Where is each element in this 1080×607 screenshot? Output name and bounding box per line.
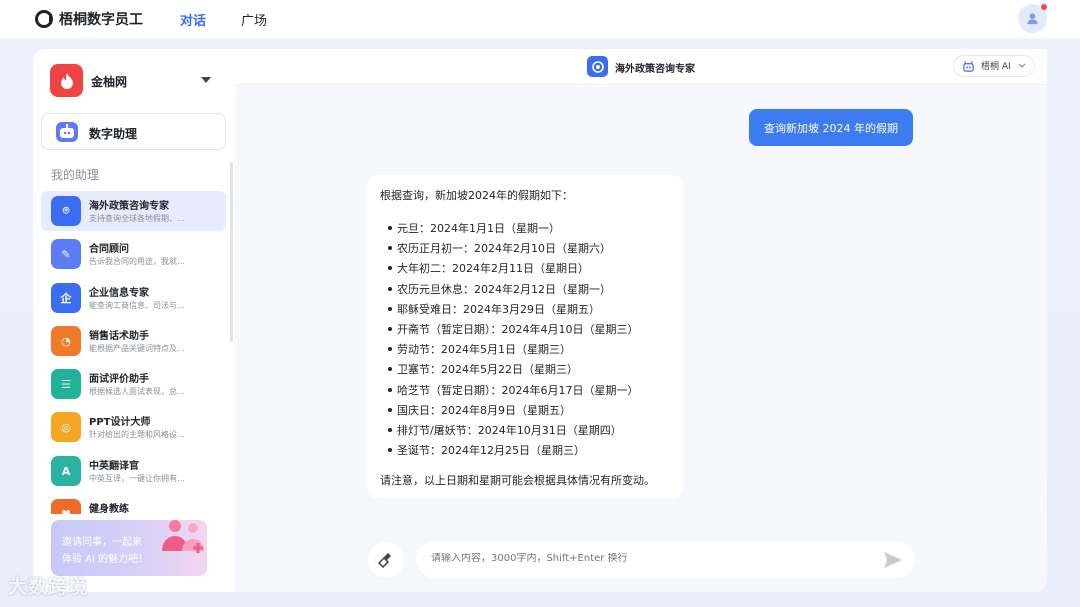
- user-message: 查询新加坡 2024 年的假期: [749, 109, 913, 146]
- holiday-item: 开斋节（暂定日期）：2024年4月10日（星期三）: [388, 323, 639, 336]
- assistant-icon: ◎: [51, 412, 81, 442]
- assistant-icon: ☰: [51, 369, 81, 399]
- notification-dot: [1041, 4, 1047, 10]
- holiday-item: 农历元旦休息：2024年2月12日（星期一）: [388, 282, 611, 296]
- assistant-name: 合同顾问: [89, 244, 129, 255]
- assistant-name: 健身教练: [89, 504, 129, 514]
- heart-people-icon: [162, 520, 204, 553]
- invite-line-1: 邀请同事，一起来: [62, 537, 142, 548]
- chevron-down-icon: [1018, 63, 1026, 68]
- sidebar-item-assistant[interactable]: ◔ 销售话术助手能根据产品关键词特点及…: [41, 321, 226, 361]
- model-label: 梧桐 AI: [981, 62, 1011, 72]
- assistant-name: PPT设计大师: [89, 417, 151, 428]
- send-icon[interactable]: [882, 549, 904, 571]
- holiday-item: 耶稣受难日：2024年3月29日（星期五）: [388, 302, 600, 316]
- assistant-icon: 企: [51, 283, 81, 313]
- tab-square[interactable]: 广场: [241, 10, 267, 29]
- assistant-desc: 根据候选人面试表现，总…: [89, 387, 185, 396]
- holiday-item: 卫塞节：2024年5月22日（星期三）: [388, 363, 578, 377]
- agent-title: 海外政策咨询专家: [615, 64, 695, 75]
- assistant-desc: 告诉我合同的用途，我就…: [89, 257, 185, 266]
- assistant-icon: ⌾: [51, 196, 81, 226]
- sidebar-scrollbar[interactable]: [230, 162, 233, 342]
- digital-assistant-button[interactable]: 数字助理: [41, 113, 226, 150]
- sidebar-item-assistant[interactable]: A 中英翻译官中英互译，一键让你拥有…: [41, 451, 226, 491]
- assistant-desc: 中英互译，一键让你拥有…: [89, 474, 185, 483]
- holiday-item: 元旦：2024年1月1日（星期一）: [388, 222, 560, 235]
- holiday-item: 劳动节：2024年5月1日（星期三）: [388, 343, 571, 357]
- workspace-logo[interactable]: [50, 64, 83, 97]
- sidebar-item-assistant[interactable]: ⌾ 海外政策咨询专家支持查询全球各地假期、…: [41, 191, 226, 231]
- sidebar-item-assistant[interactable]: ◎ PPT设计大师针对给出的主题和风格设…: [41, 407, 226, 447]
- assistant-name: 面试评价助手: [89, 374, 149, 385]
- assistant-icon: ◔: [51, 326, 81, 356]
- assistant-desc: 能查询工商信息、司法与…: [89, 301, 185, 310]
- assistant-icon: ♥: [51, 499, 81, 514]
- agent-icon: [587, 56, 608, 77]
- sidebar-item-assistant[interactable]: ♥ 健身教练: [41, 494, 226, 514]
- avatar[interactable]: [1018, 4, 1047, 33]
- section-title: 我的助理: [51, 168, 100, 182]
- clear-chat-button[interactable]: [368, 542, 404, 578]
- robot-icon: [56, 122, 78, 142]
- assistant-desc: 支持查询全球各地假期、…: [89, 214, 185, 223]
- bot-note: 请注意，以上日期和星期可能会根据具体情况有所变动。: [380, 474, 655, 487]
- app-name: 梧桐数字员工: [59, 12, 143, 28]
- sidebar-item-assistant[interactable]: 企企业信息专家能查询工商信息、司法与…: [41, 278, 226, 318]
- sidebar-item-assistant[interactable]: ✎ 合同顾问告诉我合同的用途，我就…: [41, 234, 226, 274]
- invite-line-2: 体验 AI 的魅力吧！: [62, 554, 149, 565]
- holiday-item: 排灯节/屠妖节：2024年10月31日（星期四）: [388, 424, 622, 437]
- holiday-item: 大年初二：2024年2月11日（星期日）: [388, 262, 589, 276]
- holiday-item: 农历正月初一：2024年2月10日（星期六）: [388, 242, 611, 256]
- tab-chat[interactable]: 对话: [180, 10, 206, 29]
- assistant-desc: 能根据产品关键词特点及…: [89, 344, 185, 353]
- bot-icon: [963, 61, 974, 72]
- chevron-down-icon[interactable]: [201, 77, 211, 83]
- flame-icon: [60, 72, 73, 89]
- message-input[interactable]: [431, 553, 851, 564]
- holiday-item: 国庆日：2024年8月9日（星期五）: [388, 403, 571, 417]
- app-logo[interactable]: 梧桐数字员工: [35, 9, 143, 29]
- top-bar: 梧桐数字员工 对话 广场: [0, 0, 1080, 38]
- holiday-item: 哈芝节（暂定日期）：2024年6月17日（星期一）: [388, 383, 639, 397]
- globe-search-icon: [591, 60, 604, 73]
- message-input-box[interactable]: [416, 541, 915, 578]
- assistant-name: 销售话术助手: [89, 331, 149, 342]
- assistant-name: 海外政策咨询专家: [89, 201, 169, 212]
- broom-icon: [378, 553, 391, 568]
- assistant-name: 企业信息专家: [89, 288, 149, 299]
- digital-assistant-label: 数字助理: [89, 127, 138, 141]
- watermark: 大数跨境: [8, 576, 89, 598]
- assistant-icon: A: [51, 456, 81, 486]
- bot-intro: 根据查询，新加坡2024年的假期如下：: [380, 189, 573, 202]
- assistant-desc: 针对给出的主题和风格设…: [89, 430, 185, 439]
- bot-message: 根据查询，新加坡2024年的假期如下： 元旦：2024年1月1日（星期一） 农历正…: [367, 175, 683, 498]
- logo-icon: [35, 10, 53, 28]
- user-icon: [1027, 13, 1038, 25]
- assistant-icon: ✎: [51, 239, 81, 269]
- assistant-name: 中英翻译官: [89, 461, 139, 472]
- sidebar-item-assistant[interactable]: ☰ 面试评价助手根据候选人面试表现，总…: [41, 364, 226, 404]
- holiday-item: 圣诞节：2024年12月25日（星期三）: [388, 444, 585, 458]
- workspace-name[interactable]: 金柚网: [91, 73, 127, 90]
